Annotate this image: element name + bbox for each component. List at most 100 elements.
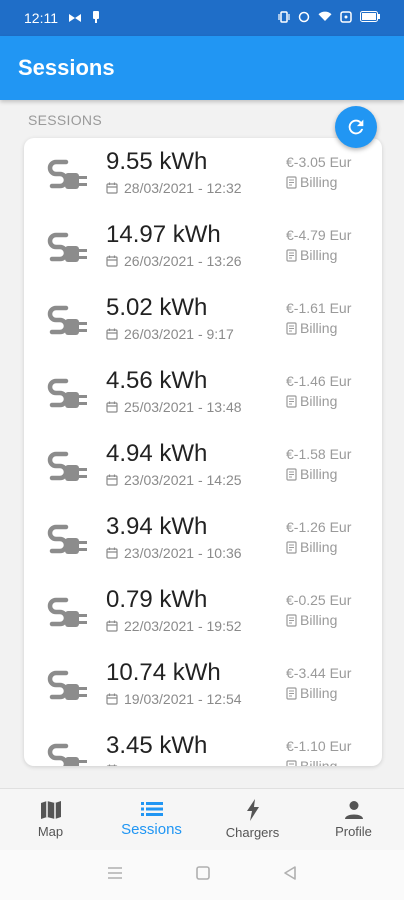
calendar-icon xyxy=(106,474,118,486)
session-date-text: 26/03/2021 - 9:17 xyxy=(124,326,234,342)
list-icon xyxy=(140,802,163,816)
notification-icon xyxy=(68,10,82,26)
billing-link[interactable]: Billing xyxy=(286,685,337,701)
session-row[interactable]: 3.94 kWh 23/03/2021 - 10:36 €-1.26 Eur B… xyxy=(24,503,382,576)
plug-icon xyxy=(47,451,87,481)
usb-icon xyxy=(92,10,100,26)
billing-label: Billing xyxy=(300,174,338,190)
plug-icon xyxy=(47,743,87,766)
session-amount: €-0.25 Eur xyxy=(286,592,352,608)
billing-label: Billing xyxy=(300,466,338,482)
alarm-icon xyxy=(340,10,352,26)
session-amount: €-3.05 Eur xyxy=(286,154,352,170)
nav-label-profile: Profile xyxy=(335,824,372,839)
session-row[interactable]: 0.79 kWh 22/03/2021 - 19:52 €-0.25 Eur B… xyxy=(24,576,382,649)
session-date: 19/03/2021 - 12:54 xyxy=(106,691,242,707)
session-amount: €-1.26 Eur xyxy=(286,519,352,535)
receipt-icon xyxy=(286,540,297,554)
billing-label: Billing xyxy=(300,247,338,263)
app-bar: Sessions xyxy=(0,36,404,100)
session-energy: 0.79 kWh xyxy=(106,586,208,613)
session-row[interactable]: 4.56 kWh 25/03/2021 - 13:48 €-1.46 Eur B… xyxy=(24,357,382,430)
session-amount: €-4.79 Eur xyxy=(286,227,352,243)
section-label: SESSIONS xyxy=(28,112,102,128)
plug-icon xyxy=(47,524,87,554)
nav-label-sessions: Sessions xyxy=(121,821,182,838)
receipt-icon xyxy=(286,175,297,189)
home-button[interactable] xyxy=(196,865,210,885)
menu-icon xyxy=(107,867,122,879)
nav-item-chargers[interactable]: Chargers xyxy=(202,789,303,850)
session-date: 22/03/2021 - 19:52 xyxy=(106,618,242,634)
status-bar: 12:11 xyxy=(0,0,404,36)
session-date-text: 19/03/2021 - 12:54 xyxy=(124,691,242,707)
billing-link[interactable]: Billing xyxy=(286,174,337,190)
session-energy: 3.45 kWh xyxy=(106,732,208,759)
session-date: 25/03/2021 - 13:48 xyxy=(106,399,242,415)
billing-link[interactable]: Billing xyxy=(286,466,337,482)
billing-label: Billing xyxy=(300,393,338,409)
receipt-icon xyxy=(286,467,297,481)
session-energy: 14.97 kWh xyxy=(106,221,221,248)
billing-label: Billing xyxy=(300,539,338,555)
billing-label: Billing xyxy=(300,612,338,628)
plug-icon xyxy=(47,159,87,189)
billing-label: Billing xyxy=(300,320,338,336)
nav-label-chargers: Chargers xyxy=(225,825,280,840)
map-icon xyxy=(40,801,61,819)
back-button[interactable] xyxy=(283,865,297,885)
page-title: Sessions xyxy=(18,55,115,80)
session-amount: €-1.58 Eur xyxy=(286,446,352,462)
back-triangle-icon xyxy=(284,865,297,880)
recents-button[interactable] xyxy=(107,866,123,884)
plug-icon xyxy=(47,670,87,700)
session-energy: 4.56 kWh xyxy=(106,367,208,394)
nav-label-map: Map xyxy=(37,824,64,839)
session-row[interactable]: 4.94 kWh 23/03/2021 - 14:25 €-1.58 Eur B… xyxy=(24,430,382,503)
nav-item-sessions[interactable]: Sessions xyxy=(101,789,202,850)
session-row[interactable]: 14.97 kWh 26/03/2021 - 13:26 €-4.79 Eur … xyxy=(24,211,382,284)
session-date-text: 22/03/2021 - 19:52 xyxy=(124,618,242,634)
session-energy: 4.94 kWh xyxy=(106,440,208,467)
billing-link[interactable]: Billing xyxy=(286,393,337,409)
session-amount: €-1.61 Eur xyxy=(286,300,352,316)
session-date-text: 23/03/2021 - 14:25 xyxy=(124,472,242,488)
receipt-icon xyxy=(286,686,297,700)
session-date xyxy=(106,764,124,766)
session-amount: €-1.46 Eur xyxy=(286,373,352,389)
session-date: 26/03/2021 - 13:26 xyxy=(106,253,242,269)
session-row[interactable]: 9.55 kWh 28/03/2021 - 12:32 €-3.05 Eur B… xyxy=(24,138,382,211)
plug-icon xyxy=(47,232,87,262)
calendar-icon xyxy=(106,547,118,559)
session-date-text: 25/03/2021 - 13:48 xyxy=(124,399,242,415)
nav-item-map[interactable]: Map xyxy=(0,789,101,850)
receipt-icon xyxy=(286,321,297,335)
calendar-icon xyxy=(106,401,118,413)
billing-link[interactable]: Billing xyxy=(286,247,337,263)
plug-icon xyxy=(47,597,87,627)
plug-icon xyxy=(47,378,87,408)
session-date: 26/03/2021 - 9:17 xyxy=(106,326,234,342)
session-date-text: 28/03/2021 - 12:32 xyxy=(124,180,242,196)
session-row[interactable]: 10.74 kWh 19/03/2021 - 12:54 €-3.44 Eur … xyxy=(24,649,382,722)
person-icon xyxy=(344,801,363,819)
session-amount: €-3.44 Eur xyxy=(286,665,352,681)
session-date: 23/03/2021 - 14:25 xyxy=(106,472,242,488)
session-row[interactable]: 3.45 kWh €-1.10 Eur Billing xyxy=(24,722,382,766)
calendar-icon xyxy=(106,693,118,705)
session-row[interactable]: 5.02 kWh 26/03/2021 - 9:17 €-1.61 Eur Bi… xyxy=(24,284,382,357)
status-time: 12:11 xyxy=(24,10,58,26)
billing-link[interactable]: Billing xyxy=(286,320,337,336)
refresh-button[interactable] xyxy=(335,106,377,148)
billing-link[interactable]: Billing xyxy=(286,612,337,628)
calendar-icon xyxy=(106,182,118,194)
billing-link[interactable]: Billing xyxy=(286,539,337,555)
calendar-icon xyxy=(106,255,118,267)
billing-link[interactable]: Billing xyxy=(286,758,337,766)
wifi-icon xyxy=(318,11,332,25)
billing-label: Billing xyxy=(300,685,338,701)
square-icon xyxy=(196,865,210,880)
nav-item-profile[interactable]: Profile xyxy=(303,789,404,850)
plug-icon xyxy=(47,305,87,335)
session-energy: 3.94 kWh xyxy=(106,513,208,540)
